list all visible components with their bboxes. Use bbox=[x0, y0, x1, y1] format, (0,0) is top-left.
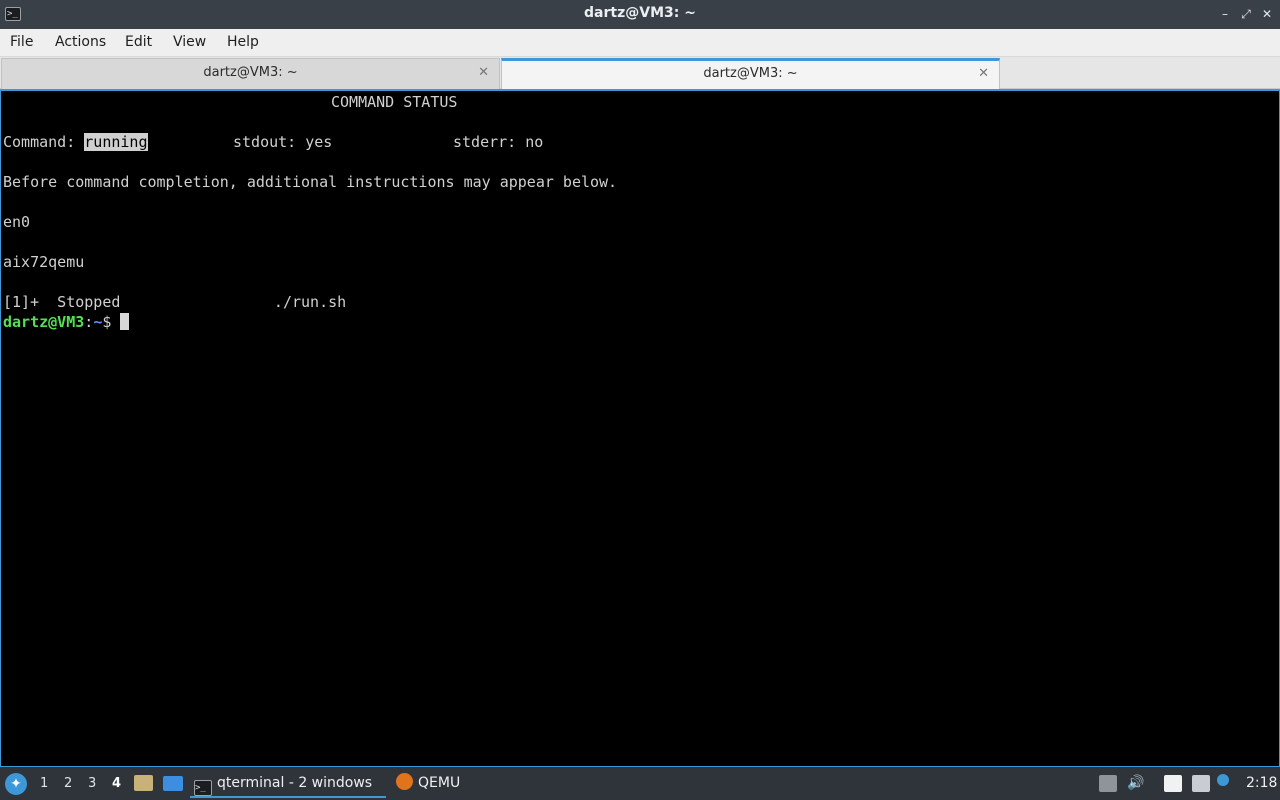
task-label: qterminal - 2 windows bbox=[217, 775, 373, 791]
file-manager-icon[interactable] bbox=[134, 775, 153, 791]
output-line: en0 bbox=[3, 213, 31, 231]
shell-prompt[interactable]: dartz@VM3:~$ bbox=[3, 312, 130, 332]
volume-icon[interactable]: 🔊 bbox=[1127, 775, 1145, 792]
command-status-line: Command: running bbox=[3, 132, 148, 152]
workspace-2[interactable]: 2 bbox=[64, 776, 72, 791]
workspace-4[interactable]: 4 bbox=[112, 776, 121, 791]
start-menu-icon[interactable]: ✦ bbox=[5, 773, 27, 795]
menu-edit[interactable]: Edit bbox=[125, 34, 152, 50]
prompt-user: dartz@VM3 bbox=[3, 313, 85, 331]
command-state: running bbox=[84, 133, 148, 151]
menu-bar: File Actions Edit View Help bbox=[0, 29, 1280, 57]
tray-updates-icon[interactable] bbox=[1099, 775, 1117, 792]
workspace-3[interactable]: 3 bbox=[88, 776, 96, 791]
taskbar: ✦ 1 2 3 4 >_ qterminal - 2 windows QEMU 🔊… bbox=[0, 767, 1280, 800]
clock[interactable]: 2:18 bbox=[1246, 775, 1277, 791]
task-qterminal[interactable]: >_ qterminal - 2 windows bbox=[190, 770, 386, 798]
qemu-icon bbox=[396, 773, 413, 790]
network-icon[interactable] bbox=[1192, 775, 1210, 792]
command-label: Command: bbox=[3, 133, 85, 151]
terminal-icon: >_ bbox=[194, 780, 212, 796]
text-cursor bbox=[120, 313, 130, 330]
instructions-line: Before command completion, additional in… bbox=[3, 173, 618, 191]
terminal-view[interactable]: COMMAND STATUS Command: running stdout: … bbox=[0, 89, 1280, 767]
workspace-1[interactable]: 1 bbox=[40, 776, 48, 791]
close-button[interactable]: ✕ bbox=[1259, 6, 1275, 22]
prompt-path: ~ bbox=[93, 313, 103, 331]
window-title: dartz@VM3: ~ bbox=[584, 5, 696, 21]
stderr-status: stderr: no bbox=[453, 133, 544, 151]
terminal-heading: COMMAND STATUS bbox=[331, 93, 458, 111]
close-icon[interactable]: ✕ bbox=[978, 61, 989, 86]
close-icon[interactable]: ✕ bbox=[478, 59, 489, 87]
output-line: aix72qemu bbox=[3, 253, 85, 271]
tab-terminal-2[interactable]: dartz@VM3: ~ ✕ bbox=[501, 58, 1000, 89]
show-desktop-icon[interactable] bbox=[163, 776, 183, 791]
maximize-button[interactable]: ⤢ bbox=[1238, 6, 1254, 22]
menu-help[interactable]: Help bbox=[227, 34, 259, 50]
job-status-line: [1]+ Stopped ./run.sh bbox=[3, 293, 347, 311]
task-qemu[interactable]: QEMU bbox=[392, 770, 482, 798]
prompt-separator: : bbox=[84, 313, 94, 331]
menu-actions[interactable]: Actions bbox=[55, 34, 106, 50]
tab-bar: dartz@VM3: ~ ✕ dartz@VM3: ~ ✕ bbox=[0, 57, 1280, 89]
window-titlebar[interactable]: >_ dartz@VM3: ~ – ⤢ ✕ bbox=[0, 0, 1280, 29]
prompt-symbol: $ bbox=[102, 313, 121, 331]
tab-terminal-1[interactable]: dartz@VM3: ~ ✕ bbox=[1, 58, 500, 89]
task-label: QEMU bbox=[418, 775, 461, 791]
menu-view[interactable]: View bbox=[173, 34, 206, 50]
tab-label: dartz@VM3: ~ bbox=[203, 65, 298, 80]
notification-icon[interactable] bbox=[1217, 774, 1229, 786]
tab-label: dartz@VM3: ~ bbox=[703, 66, 798, 81]
stdout-status: stdout: yes bbox=[233, 133, 333, 151]
minimize-button[interactable]: – bbox=[1217, 6, 1233, 22]
clipboard-icon[interactable] bbox=[1164, 775, 1182, 792]
menu-file[interactable]: File bbox=[10, 34, 33, 50]
